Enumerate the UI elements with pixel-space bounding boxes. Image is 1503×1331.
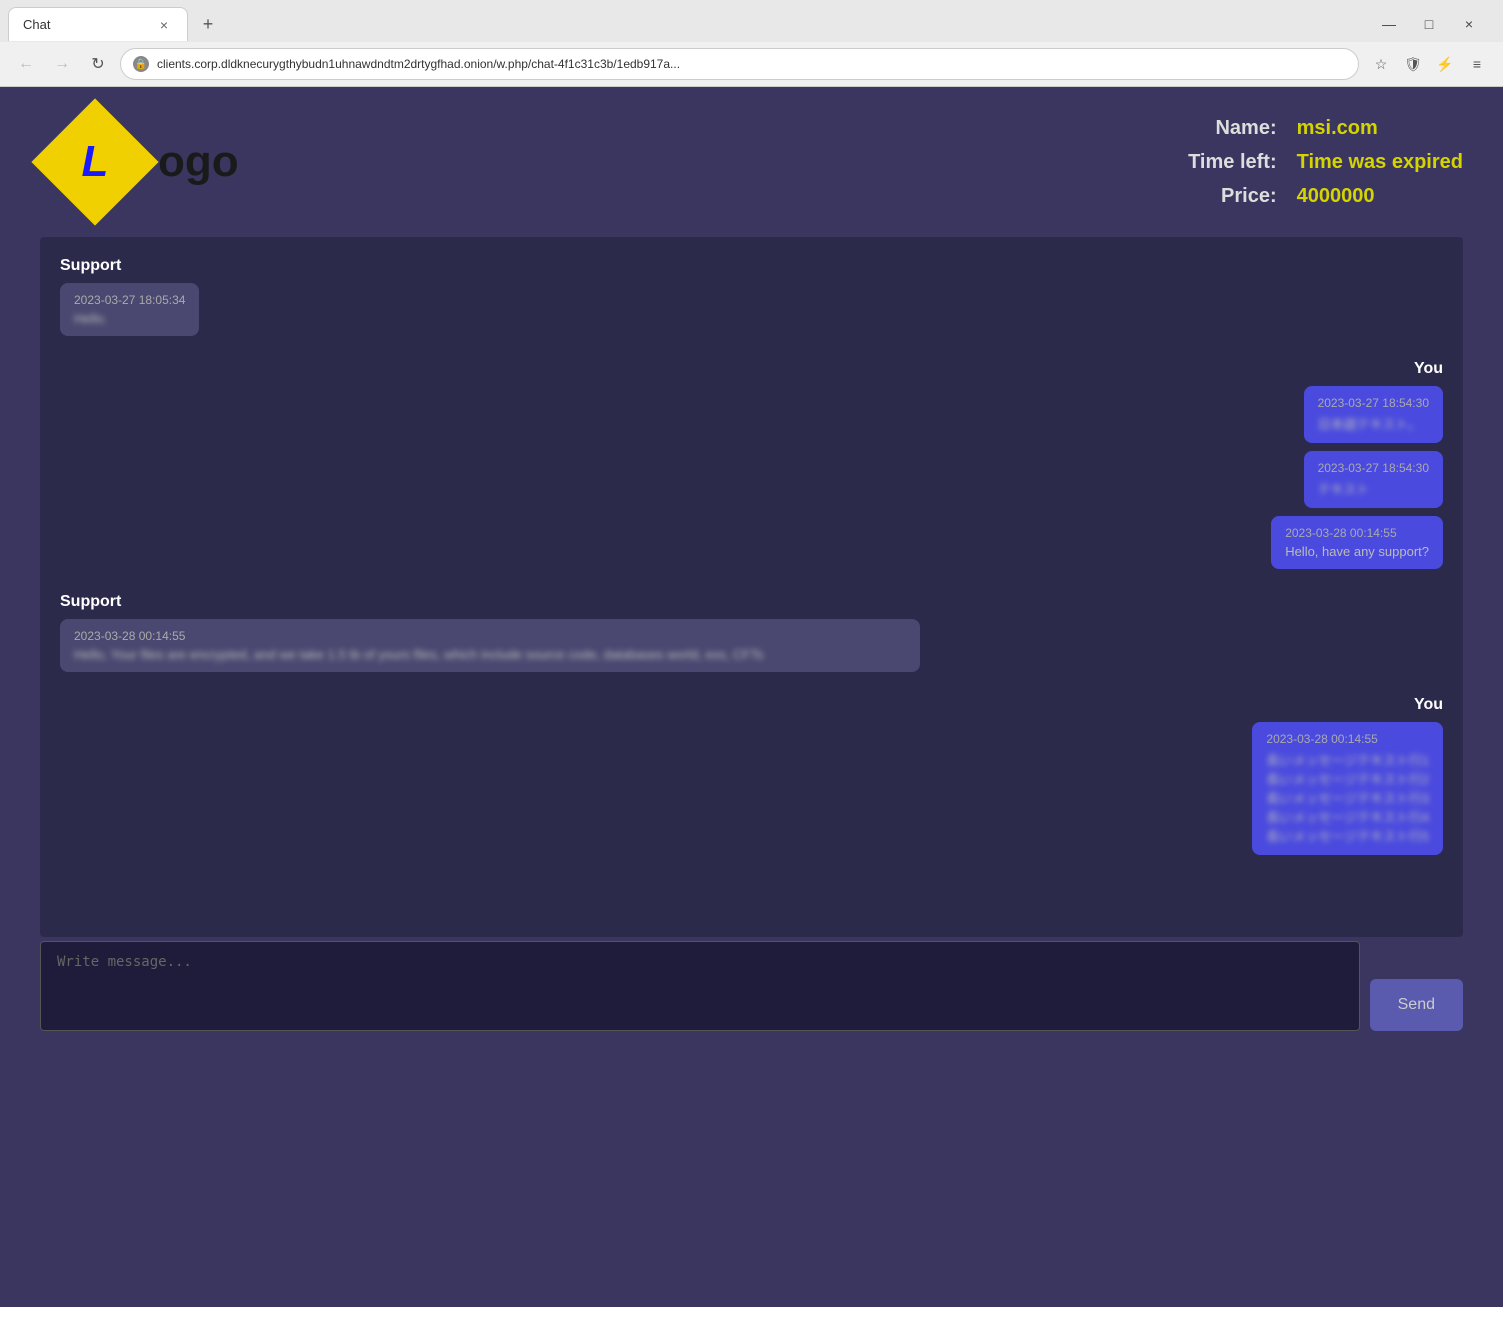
msg-text-support-1: Hello.: [74, 311, 185, 326]
chat-messages-container[interactable]: Support 2023-03-27 18:05:34 Hello. You 2…: [40, 237, 1463, 937]
logo-diamond: L: [40, 107, 150, 217]
message-group-you-1: You 2023-03-27 18:54:30 日本語テキスト。 2023-03…: [60, 360, 1443, 569]
msg-text-you-1a: 日本語テキスト。: [1318, 414, 1429, 433]
chat-input-area: Send: [40, 941, 1463, 1031]
new-tab-button[interactable]: +: [194, 10, 222, 38]
timeleft-value: Time was expired: [1297, 145, 1463, 179]
msg-text-you-2a: 長いメッセージテキスト行1 長いメッセージテキスト行2 長いメッセージテキスト行…: [1266, 750, 1429, 845]
address-bar[interactable]: 🔒 clients.corp.dldknecurygthybudn1uhnawd…: [120, 48, 1359, 80]
msg-text-support-2: Hello, Your files are encrypted, and we …: [74, 647, 906, 662]
page-header: L ogo Name: Time left: Price: msi.com Ti…: [0, 87, 1503, 237]
message-input[interactable]: [40, 941, 1360, 1031]
logo-text: L: [82, 137, 109, 187]
logo-word: ogo: [158, 137, 239, 187]
menu-icon[interactable]: ≡: [1463, 50, 1491, 78]
header-labels: Name: Time left: Price:: [1188, 111, 1277, 213]
message-bubble-you-1b: 2023-03-27 18:54:30 テキスト: [1304, 451, 1443, 508]
chat-wrapper: Support 2023-03-27 18:05:34 Hello. You 2…: [40, 237, 1463, 1287]
you-bubbles-1: 2023-03-27 18:54:30 日本語テキスト。 2023-03-27 …: [60, 386, 1443, 569]
you-bubbles-2: 2023-03-28 00:14:55 長いメッセージテキスト行1 長いメッセー…: [60, 722, 1443, 855]
active-tab[interactable]: Chat ×: [8, 7, 188, 41]
logo-letter-L: L: [82, 137, 109, 186]
name-label: Name:: [1188, 111, 1277, 145]
message-bubble-support-2: 2023-03-28 00:14:55 Hello, Your files ar…: [60, 619, 920, 672]
message-group-support-1: Support 2023-03-27 18:05:34 Hello.: [60, 257, 1443, 336]
send-button[interactable]: Send: [1370, 979, 1463, 1031]
message-bubble-support-1: 2023-03-27 18:05:34 Hello.: [60, 283, 199, 336]
nav-bar: ← → ↻ 🔒 clients.corp.dldknecurygthybudn1…: [0, 42, 1503, 86]
sender-you-2: You: [60, 696, 1443, 714]
message-bubble-you-2a: 2023-03-28 00:14:55 長いメッセージテキスト行1 長いメッセー…: [1252, 722, 1443, 855]
forward-button[interactable]: →: [48, 50, 76, 78]
timestamp-support-2: 2023-03-28 00:14:55: [74, 629, 906, 643]
timestamp-support-1: 2023-03-27 18:05:34: [74, 293, 185, 307]
logo-container: L ogo: [40, 107, 239, 217]
tab-close-button[interactable]: ×: [155, 16, 173, 34]
timestamp-you-1c: 2023-03-28 00:14:55: [1285, 526, 1429, 540]
sender-you-1: You: [60, 360, 1443, 378]
browser-chrome: Chat × + — □ × ← → ↻ 🔒 clients.corp.dldk…: [0, 0, 1503, 87]
tab-title: Chat: [23, 17, 50, 32]
shield-icon[interactable]: 🛡: [1399, 50, 1427, 78]
site-icon: 🔒: [133, 56, 149, 72]
timeleft-label: Time left:: [1188, 145, 1277, 179]
message-bubble-you-1a: 2023-03-27 18:54:30 日本語テキスト。: [1304, 386, 1443, 443]
sender-support-1: Support: [60, 257, 1443, 275]
page-content: L ogo Name: Time left: Price: msi.com Ti…: [0, 87, 1503, 1307]
header-info: Name: Time left: Price: msi.com Time was…: [1188, 111, 1463, 213]
msg-text-you-1c: Hello, have any support?: [1285, 544, 1429, 559]
window-controls: — □ ×: [1375, 10, 1495, 38]
timestamp-you-1b: 2023-03-27 18:54:30: [1318, 461, 1429, 475]
message-group-support-2: Support 2023-03-28 00:14:55 Hello, Your …: [60, 593, 1443, 672]
minimize-button[interactable]: —: [1375, 10, 1403, 38]
browser-nav-icons: ☆ 🛡 ⚡ ≡: [1367, 50, 1491, 78]
extension-icon[interactable]: ⚡: [1431, 50, 1459, 78]
url-text: clients.corp.dldknecurygthybudn1uhnawdnd…: [157, 57, 1346, 71]
msg-text-you-1b: テキスト: [1318, 479, 1429, 498]
price-label: Price:: [1188, 179, 1277, 213]
star-icon[interactable]: ☆: [1367, 50, 1395, 78]
price-value: 4000000: [1297, 179, 1463, 213]
close-button[interactable]: ×: [1455, 10, 1483, 38]
message-bubble-you-1c: 2023-03-28 00:14:55 Hello, have any supp…: [1271, 516, 1443, 569]
message-group-you-2: You 2023-03-28 00:14:55 長いメッセージテキスト行1 長い…: [60, 696, 1443, 855]
back-button[interactable]: ←: [12, 50, 40, 78]
reload-button[interactable]: ↻: [84, 50, 112, 78]
sender-support-2: Support: [60, 593, 1443, 611]
name-value: msi.com: [1297, 111, 1463, 145]
maximize-button[interactable]: □: [1415, 10, 1443, 38]
tab-bar: Chat × + — □ ×: [0, 0, 1503, 42]
timestamp-you-2a: 2023-03-28 00:14:55: [1266, 732, 1429, 746]
timestamp-you-1a: 2023-03-27 18:54:30: [1318, 396, 1429, 410]
header-values: msi.com Time was expired 4000000: [1297, 111, 1463, 213]
